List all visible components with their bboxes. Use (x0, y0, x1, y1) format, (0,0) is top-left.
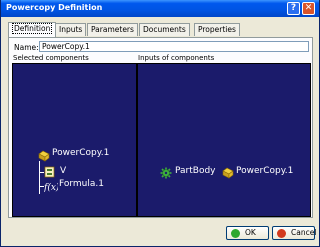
powercopy-icon (38, 150, 50, 162)
ok-button[interactable]: OK (226, 226, 269, 240)
tab-documents[interactable]: Documents (139, 23, 190, 36)
title-bar[interactable]: Powercopy Definition ? ✕ (1, 0, 319, 17)
cancel-button[interactable]: Cancel (272, 226, 316, 240)
definition-panel: Name: PowerCopy.1 Selected components In… (8, 37, 313, 218)
selected-components-label: Selected components (13, 54, 89, 62)
input-node-powercopy[interactable]: PowerCopy.1 (236, 166, 293, 176)
parameter-icon (44, 166, 55, 178)
powercopy-icon (222, 167, 234, 179)
inputs-of-components-view[interactable]: PartBody PowerCopy.1 (137, 63, 311, 217)
tree-node-formula[interactable]: Formula.1 (59, 179, 104, 189)
inputs-of-components-label: Inputs of components (138, 54, 215, 62)
formula-icon: f(x) (44, 182, 58, 192)
ok-icon (231, 229, 240, 238)
tree-line (39, 161, 40, 194)
gear-icon (160, 167, 172, 179)
name-label: Name: (14, 43, 39, 52)
tab-definition[interactable]: Definition (8, 22, 57, 37)
tab-inputs[interactable]: Inputs (55, 23, 87, 36)
powercopy-definition-dialog: Powercopy Definition ? ✕ Definition Inpu… (0, 0, 320, 247)
name-input[interactable]: PowerCopy.1 (39, 41, 309, 52)
selected-components-tree[interactable]: PowerCopy.1 V f(x) Formula.1 (12, 63, 137, 217)
window-title: Powercopy Definition (6, 3, 103, 12)
input-node-partbody[interactable]: PartBody (175, 166, 216, 176)
cancel-icon (277, 229, 286, 238)
svg-text:f(x): f(x) (44, 182, 58, 192)
tab-parameters[interactable]: Parameters (87, 23, 138, 36)
tab-properties[interactable]: Properties (194, 23, 240, 36)
close-button[interactable]: ✕ (302, 2, 315, 15)
tree-node-v[interactable]: V (60, 166, 66, 176)
help-button[interactable]: ? (287, 2, 300, 15)
tree-node-powercopy[interactable]: PowerCopy.1 (52, 148, 109, 158)
